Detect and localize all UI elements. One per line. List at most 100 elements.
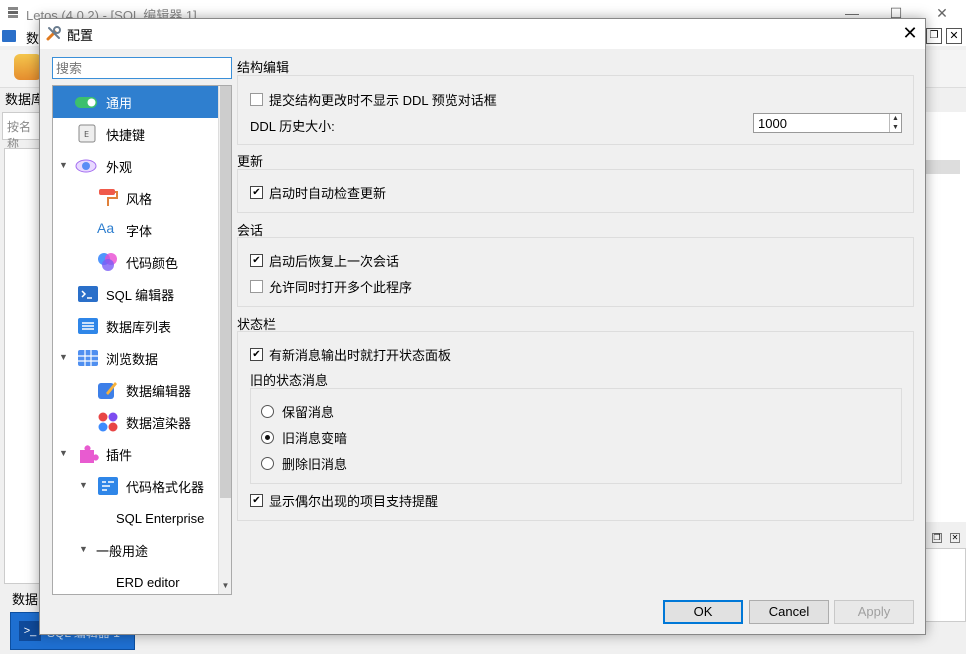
radio-label: 保留消息 xyxy=(282,405,335,420)
checkbox-box[interactable] xyxy=(250,254,263,267)
multi-instance-checkbox[interactable]: 允许同时打开多个此程序 xyxy=(250,277,412,296)
tree-item-appearance[interactable]: ▼ 外观 xyxy=(53,150,218,182)
ddl-history-label: DDL 历史大小: xyxy=(250,119,335,134)
group-statusbar: 有新消息输出时就打开状态面板 旧的状态消息 保留消息 旧消息变暗 删除旧消息 显… xyxy=(237,331,914,521)
checkbox-label: 有新消息输出时就打开状态面板 xyxy=(269,348,452,363)
tree-item-label: 通用 xyxy=(106,95,133,111)
restore-icon[interactable]: ❐ xyxy=(932,533,942,543)
settings-search-input[interactable] xyxy=(52,57,232,79)
ddl-history-value[interactable]: 1000 xyxy=(758,116,787,131)
tree-item-shortcuts[interactable]: E 快捷键 xyxy=(53,118,218,150)
toggle-icon xyxy=(75,97,97,108)
spin-arrows-icon[interactable]: ▲ ▼ xyxy=(889,114,901,132)
checkbox-box[interactable] xyxy=(250,93,263,106)
chevron-down-icon[interactable]: ▼ xyxy=(59,160,69,170)
show-hints-checkbox[interactable]: 显示偶尔出现的项目支持提醒 xyxy=(250,491,438,510)
radio-keep-messages[interactable]: 保留消息 xyxy=(261,402,334,421)
chevron-down-icon[interactable]: ▼ xyxy=(59,352,69,362)
tree-item-label: 数据库列表 xyxy=(106,319,172,335)
right-bottom-bar: ❐ ✕ xyxy=(924,530,966,548)
colored-dots-icon xyxy=(98,412,118,432)
checkbox-box[interactable] xyxy=(250,186,263,199)
database-icon[interactable] xyxy=(14,54,42,80)
paint-roller-icon xyxy=(99,189,118,206)
radio-label: 删除旧消息 xyxy=(282,457,348,472)
tree-item-label: 代码格式化器 xyxy=(126,479,205,495)
open-status-panel-checkbox[interactable]: 有新消息输出时就打开状态面板 xyxy=(250,345,451,364)
tree-item-label: 风格 xyxy=(126,191,153,207)
group-structure: 提交结构更改时不显示 DDL 预览对话框 DDL 历史大小: xyxy=(237,75,914,145)
checkbox-box[interactable] xyxy=(250,494,263,507)
menu-label[interactable]: 数 xyxy=(26,28,39,47)
tree-item-style[interactable]: 风格 xyxy=(53,182,218,214)
tree-item-sql-enterprise[interactable]: SQL Enterprise xyxy=(53,502,218,534)
cancel-button[interactable]: Cancel xyxy=(749,600,829,624)
tree-item-data-editor[interactable]: 数据编辑器 xyxy=(53,374,218,406)
tree-item-plugins[interactable]: ▼ 插件 xyxy=(53,438,218,470)
radio-dim-messages[interactable]: 旧消息变暗 xyxy=(261,428,347,447)
chevron-down-icon[interactable]: ▼ xyxy=(79,544,89,554)
tree-scrollbar[interactable]: ▼ xyxy=(218,86,231,594)
tree-item-general-purpose[interactable]: ▼ 一般用途 xyxy=(53,534,218,566)
tree-item-database-list[interactable]: 数据库列表 xyxy=(53,310,218,342)
checkbox-label: 提交结构更改时不显示 DDL 预览对话框 xyxy=(269,93,497,108)
checkbox-box[interactable] xyxy=(250,280,263,293)
section-title-update: 更新 xyxy=(237,154,264,169)
filter-input[interactable]: 按名称 xyxy=(2,112,40,151)
close-icon[interactable]: ✕ xyxy=(950,533,960,543)
color-circles-icon xyxy=(98,253,117,271)
group-session: 启动后恢复上一次会话 允许同时打开多个此程序 xyxy=(237,237,914,307)
checkbox-label: 启动时自动检查更新 xyxy=(269,186,387,201)
tree-item-label: SQL 编辑器 xyxy=(106,287,175,303)
restore-icon[interactable]: ❐ xyxy=(926,28,942,44)
edit-pencil-icon xyxy=(98,382,117,399)
close-button[interactable]: ✕ xyxy=(932,4,952,22)
grid-table-icon xyxy=(78,350,98,366)
right-bottom-pane[interactable] xyxy=(924,548,966,622)
code-format-icon xyxy=(98,477,118,495)
tree-item-label: 插件 xyxy=(106,447,133,463)
ok-button[interactable]: OK xyxy=(663,600,743,624)
auto-check-updates-checkbox[interactable]: 启动时自动检查更新 xyxy=(250,183,386,202)
font-aa-icon: Aa xyxy=(97,220,115,236)
tree-item-label: 外观 xyxy=(106,159,133,175)
close-icon[interactable]: ✕ xyxy=(946,28,962,44)
tree-item-code-colors[interactable]: 代码颜色 xyxy=(53,246,218,278)
tree-item-data-renderer[interactable]: 数据渲染器 xyxy=(53,406,218,438)
tree-item-label: 数据编辑器 xyxy=(126,383,192,399)
radio-label: 旧消息变暗 xyxy=(282,431,348,446)
no-ddl-preview-checkbox[interactable]: 提交结构更改时不显示 DDL 预览对话框 xyxy=(250,90,497,109)
tree-item-browse-data[interactable]: ▼ 浏览数据 xyxy=(53,342,218,374)
app-icon xyxy=(8,7,18,18)
chevron-down-icon[interactable]: ▼ xyxy=(59,448,69,458)
tree-item-label: ERD editor xyxy=(116,574,180,590)
tools-icon xyxy=(46,26,61,41)
old-messages-label: 旧的状态消息 xyxy=(250,373,329,388)
section-title-structure: 结构编辑 xyxy=(237,60,290,75)
radio-button[interactable] xyxy=(261,457,274,470)
tree-item-general[interactable]: 通用 xyxy=(53,86,218,118)
tree-item-label: 数据渲染器 xyxy=(126,415,192,431)
ddl-history-spinbox[interactable]: 1000 ▲ ▼ xyxy=(753,113,902,133)
scroll-down-icon[interactable]: ▼ xyxy=(220,580,231,592)
dialog-close-button[interactable]: ✕ xyxy=(898,22,922,46)
radio-button[interactable] xyxy=(261,431,274,444)
puzzle-icon xyxy=(80,445,99,463)
tree-item-font[interactable]: Aa 字体 xyxy=(53,214,218,246)
keyboard-key-icon: E xyxy=(78,124,96,143)
checkbox-label: 显示偶尔出现的项目支持提醒 xyxy=(269,494,439,509)
tree-item-sql-editor[interactable]: SQL 编辑器 xyxy=(53,278,218,310)
apply-button[interactable]: Apply xyxy=(834,600,914,624)
tree-item-erd-editor[interactable]: ERD editor xyxy=(53,566,218,594)
settings-tree[interactable]: 通用 E 快捷键 ▼ 外观 风格 Aa 字体 代码颜色 SQL 编辑器 数据库列… xyxy=(52,85,232,595)
tree-item-label: SQL Enterprise xyxy=(116,510,205,526)
radio-button[interactable] xyxy=(261,405,274,418)
scrollbar-thumb[interactable] xyxy=(220,86,231,498)
chevron-down-icon[interactable]: ▼ xyxy=(79,480,89,490)
radio-delete-messages[interactable]: 删除旧消息 xyxy=(261,454,347,473)
restore-session-checkbox[interactable]: 启动后恢复上一次会话 xyxy=(250,251,399,270)
database-tree-pane[interactable] xyxy=(4,148,40,584)
tree-item-code-formatter[interactable]: ▼ 代码格式化器 xyxy=(53,470,218,502)
checkbox-box[interactable] xyxy=(250,348,263,361)
dialog-title: 配置 xyxy=(67,28,94,43)
